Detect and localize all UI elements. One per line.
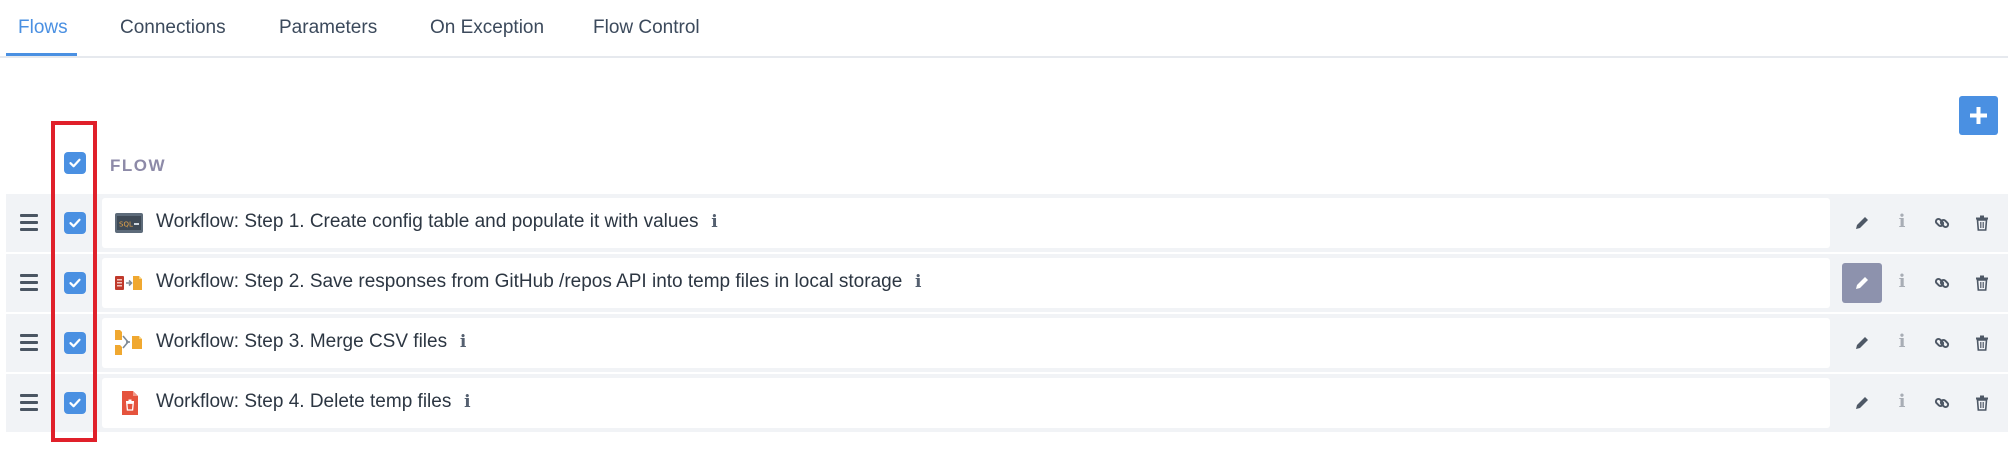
info-icon[interactable]: i [457,331,469,353]
trash-icon [1976,275,1988,291]
drag-handle-icon[interactable] [20,334,38,351]
link-button[interactable] [1922,383,1962,423]
details-button[interactable]: i [1882,383,1922,423]
tab-parameters[interactable]: Parameters [279,0,377,58]
edit-button[interactable] [1842,383,1882,423]
flow-step-card[interactable]: Workflow: Step 4. Delete temp files i [102,378,1830,428]
row-actions: i [1842,254,2008,312]
add-flow-button[interactable] [1959,96,1998,135]
drag-handle-icon[interactable] [20,274,38,291]
info-icon: i [1898,331,1906,352]
table-header: FLOW [0,140,2008,188]
flow-column-header: FLOW [110,156,167,175]
table-row: SQL Workflow: Step 1. Create config tabl… [6,194,2008,252]
tab-flow-control[interactable]: Flow Control [593,0,700,58]
tab-on-exception[interactable]: On Exception [430,0,544,58]
link-button[interactable] [1922,323,1962,363]
merge-files-icon [115,330,142,355]
info-icon[interactable]: i [461,391,473,413]
edit-button[interactable] [1842,263,1882,303]
table-row: Workflow: Step 4. Delete temp files i i [6,374,2008,432]
link-button[interactable] [1922,203,1962,243]
flow-step-title: Workflow: Step 1. Create config table an… [156,211,721,233]
pencil-icon [1856,397,1868,409]
info-icon: i [1898,271,1906,292]
sql-icon: SQL [115,213,143,233]
link-icon [1934,337,1950,349]
delete-button[interactable] [1962,203,2002,243]
info-icon[interactable]: i [912,271,924,293]
flow-step-title: Workflow: Step 3. Merge CSV files i [156,331,469,353]
link-icon [1934,397,1950,409]
flow-step-title: Workflow: Step 4. Delete temp files i [156,391,473,413]
details-button[interactable]: i [1882,323,1922,363]
tab-flows[interactable]: Flows [18,0,68,58]
drag-handle-icon[interactable] [20,394,38,411]
trash-icon [1976,215,1988,231]
edit-button[interactable] [1842,323,1882,363]
details-button[interactable]: i [1882,203,1922,243]
row-actions: i [1842,374,2008,432]
link-icon [1934,277,1950,289]
info-icon[interactable]: i [709,211,721,233]
tab-bar: Flows Connections Parameters On Exceptio… [0,0,2008,58]
flow-step-card[interactable]: Workflow: Step 3. Merge CSV files i [102,318,1830,368]
trash-icon [1976,395,1988,411]
pencil-icon [1856,217,1868,229]
delete-button[interactable] [1962,383,2002,423]
tab-connections[interactable]: Connections [120,0,226,58]
checkbox-column-highlight [51,121,97,442]
delete-file-icon [122,391,138,415]
plus-icon [1970,107,1987,124]
table-row: Workflow: Step 3. Merge CSV files i i [6,314,2008,372]
drag-handle-icon[interactable] [20,214,38,231]
trash-icon [1976,335,1988,351]
row-actions: i [1842,314,2008,372]
info-icon: i [1898,391,1906,412]
pencil-icon [1856,337,1868,349]
flow-step-card[interactable]: SQL Workflow: Step 1. Create config tabl… [102,198,1830,248]
pencil-icon [1856,277,1868,289]
details-button[interactable]: i [1882,263,1922,303]
flow-step-title: Workflow: Step 2. Save responses from Gi… [156,271,924,293]
delete-button[interactable] [1962,263,2002,303]
row-actions: i [1842,194,2008,252]
info-icon: i [1898,211,1906,232]
api-to-file-icon [115,276,142,290]
link-icon [1934,217,1950,229]
table-row: Workflow: Step 2. Save responses from Gi… [6,254,2008,312]
edit-button[interactable] [1842,203,1882,243]
active-tab-indicator [6,53,77,56]
svg-text:SQL: SQL [119,221,133,229]
flow-step-card[interactable]: Workflow: Step 2. Save responses from Gi… [102,258,1830,308]
link-button[interactable] [1922,263,1962,303]
delete-button[interactable] [1962,323,2002,363]
